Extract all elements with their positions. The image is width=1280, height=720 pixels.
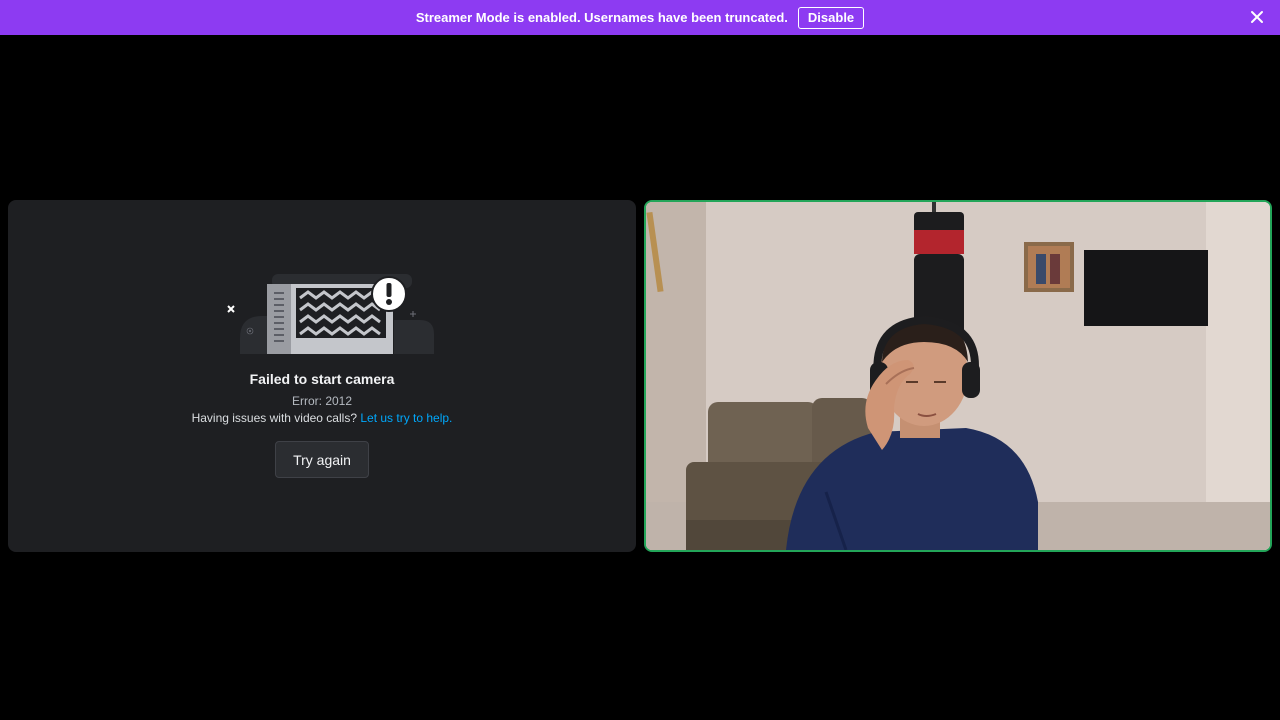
help-line: Having issues with video calls? Let us t… [8, 411, 636, 425]
broken-camera-illustration [227, 274, 434, 354]
camera-error-title: Failed to start camera [249, 371, 395, 387]
try-again-button[interactable]: Try again [275, 441, 369, 478]
camera-error-code: Error: 2012 [291, 394, 353, 408]
help-prefix: Having issues with video calls? [191, 411, 357, 425]
close-banner-button[interactable] [1248, 8, 1266, 26]
webcam-video-tile[interactable] [644, 200, 1272, 552]
streamer-mode-banner: Streamer Mode is enabled. Usernames have… [0, 0, 1280, 35]
disable-streamer-mode-button[interactable]: Disable [797, 6, 865, 29]
camera-error-tile: Failed to start camera Error: 2012 Havin… [8, 200, 636, 552]
streamer-mode-message: Streamer Mode is enabled. Usernames have… [415, 10, 788, 25]
webcam-video-feed [646, 202, 1270, 550]
close-icon [1251, 11, 1263, 23]
help-link[interactable]: Let us try to help. [360, 411, 452, 425]
